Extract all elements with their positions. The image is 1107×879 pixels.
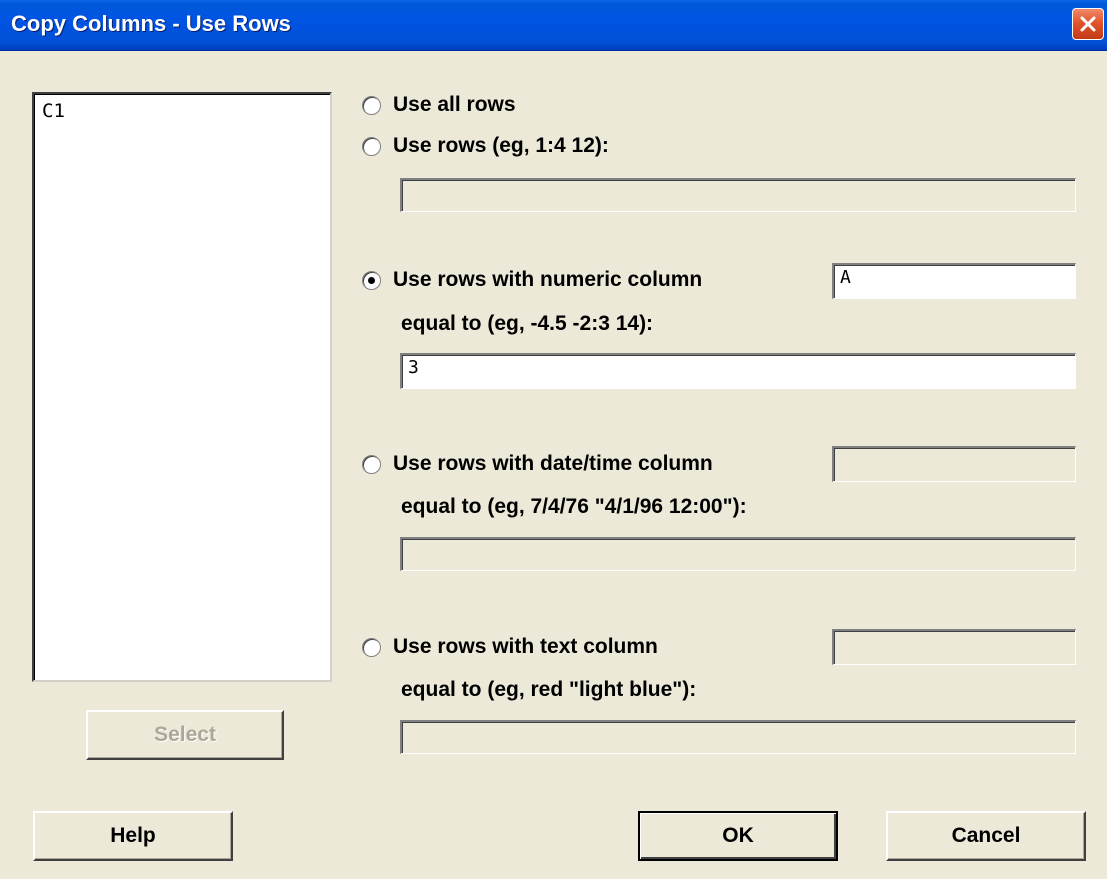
text-equal-label: equal to (eg, red "light blue"): bbox=[401, 678, 697, 701]
datetime-column-field[interactable] bbox=[832, 446, 1076, 482]
datetime-column-radio[interactable] bbox=[362, 454, 381, 474]
list-item[interactable]: C1 bbox=[42, 100, 65, 122]
numeric-column-label: Use rows with numeric column bbox=[393, 268, 703, 291]
datetime-equal-field[interactable] bbox=[400, 537, 1076, 571]
title-bar[interactable]: Copy Columns - Use Rows bbox=[0, 0, 1107, 51]
numeric-equal-value: 3 bbox=[408, 357, 419, 378]
datetime-column-option[interactable]: Use rows with date/time column bbox=[362, 452, 713, 476]
text-column-radio[interactable] bbox=[362, 637, 381, 657]
use-rows-option[interactable]: Use rows (eg, 1:4 12): bbox=[362, 134, 609, 158]
numeric-column-value: A bbox=[840, 267, 851, 288]
datetime-column-label: Use rows with date/time column bbox=[393, 452, 713, 475]
help-button[interactable]: Help bbox=[33, 811, 233, 861]
text-equal-field[interactable] bbox=[400, 720, 1076, 754]
window-title: Copy Columns - Use Rows bbox=[11, 11, 291, 36]
close-button[interactable] bbox=[1072, 8, 1104, 40]
close-icon bbox=[1080, 16, 1096, 32]
text-column-field[interactable] bbox=[832, 629, 1076, 665]
numeric-column-option[interactable]: Use rows with numeric column bbox=[362, 268, 702, 292]
text-column-label: Use rows with text column bbox=[393, 635, 658, 658]
numeric-equal-field[interactable]: 3 bbox=[400, 353, 1076, 389]
numeric-column-field[interactable]: A bbox=[832, 263, 1076, 299]
columns-listbox[interactable]: C1 bbox=[32, 92, 332, 682]
use-all-rows-radio[interactable] bbox=[362, 95, 381, 115]
numeric-column-radio[interactable] bbox=[362, 270, 381, 290]
copy-columns-dialog: Copy Columns - Use Rows C1 Select Use al… bbox=[0, 0, 1107, 879]
use-all-rows-option[interactable]: Use all rows bbox=[362, 93, 516, 117]
text-column-option[interactable]: Use rows with text column bbox=[362, 635, 658, 659]
datetime-equal-label: equal to (eg, 7/4/76 "4/1/96 12:00"): bbox=[401, 495, 747, 518]
ok-button[interactable]: OK bbox=[638, 811, 838, 861]
cancel-button[interactable]: Cancel bbox=[886, 811, 1086, 861]
use-rows-field[interactable] bbox=[400, 178, 1076, 212]
use-all-rows-label: Use all rows bbox=[393, 93, 516, 116]
select-button[interactable]: Select bbox=[86, 710, 284, 760]
use-rows-radio[interactable] bbox=[362, 136, 381, 156]
use-rows-label: Use rows (eg, 1:4 12): bbox=[393, 134, 609, 157]
numeric-equal-label: equal to (eg, -4.5 -2:3 14): bbox=[401, 312, 654, 335]
